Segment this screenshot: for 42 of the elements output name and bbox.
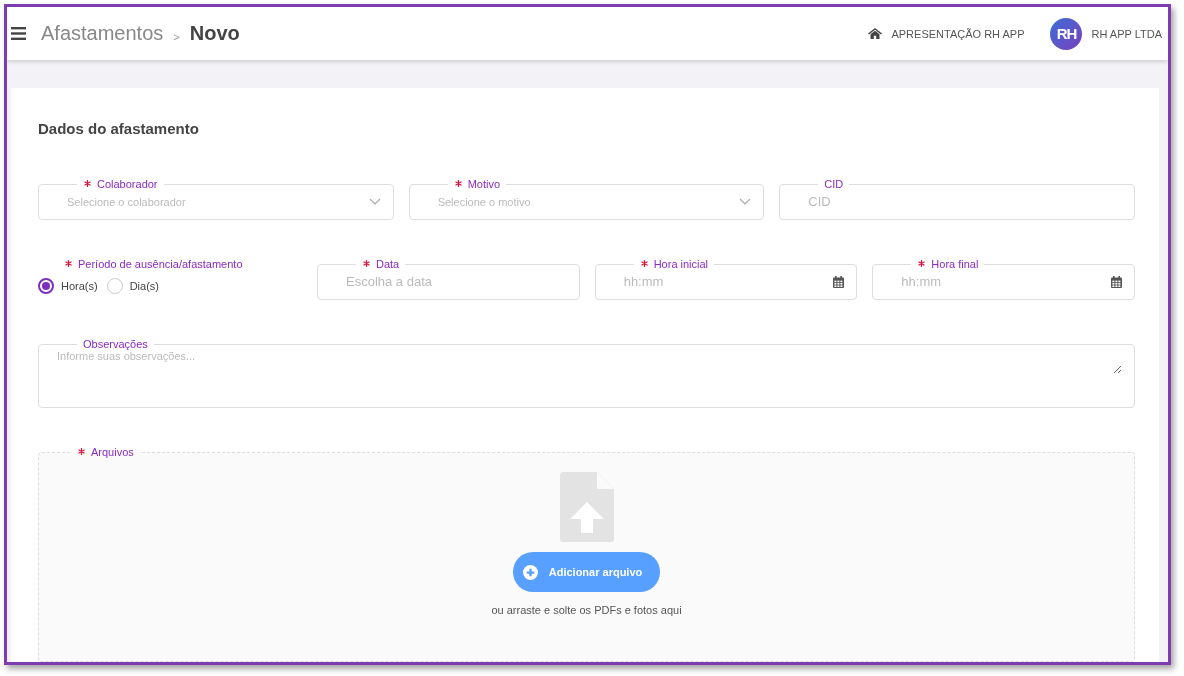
company-avatar[interactable]: RH	[1050, 17, 1083, 50]
chevron-down-icon	[739, 198, 752, 205]
select-field[interactable]: Motivo Selecione o motivo	[408, 178, 765, 220]
textarea-field[interactable]: Observações Informe suas observações...	[38, 338, 1135, 408]
calendar-icon	[833, 275, 845, 288]
input-field[interactable]: CID CID	[779, 178, 1135, 220]
breadcrumb-link[interactable]: Afastamentos	[41, 22, 164, 45]
breadcrumb-separator: >	[173, 30, 180, 43]
section-title: Dados do afastamento	[38, 120, 200, 137]
calendar-icon	[1111, 275, 1122, 288]
field-label: Colaborador	[77, 178, 164, 190]
field-label: Hora final	[911, 258, 985, 270]
field-label: Data	[356, 258, 406, 270]
input-field[interactable]: Hora inicial hh:mm	[594, 258, 858, 300]
drop-hint: ou arraste e solte os PDFs e fotos aqui	[491, 604, 682, 616]
input-field[interactable]: Hora final hh:mm	[872, 258, 1135, 300]
menu-icon[interactable]	[11, 27, 26, 40]
drop-zone[interactable]: Arquivos Adicionar arquivo ou arraste e solte os PDFs e fotos aqui	[38, 446, 1135, 662]
select-field[interactable]: Colaborador Selecione o colaborador	[38, 178, 394, 220]
text-input[interactable]: hh:mm	[899, 273, 1111, 290]
company-name[interactable]: RH APP LTDA	[1091, 27, 1162, 40]
home-link[interactable]: APRESENTAÇÃO RH APP	[868, 27, 1025, 40]
file-upload-icon	[559, 472, 614, 542]
field-label: Período de ausência/afastamento	[58, 258, 302, 270]
select-input[interactable]: Selecione o motivo	[435, 194, 740, 209]
home-icon	[868, 28, 883, 39]
radio-option[interactable]: Dia(s)	[106, 278, 159, 294]
field-label: Arquivos	[71, 446, 140, 458]
input-field[interactable]: Data Escolha a data	[317, 258, 580, 300]
field-label: Observações	[82, 338, 149, 350]
field-label: CID	[823, 178, 845, 190]
text-input[interactable]: Escolha a data	[344, 273, 567, 290]
text-input[interactable]: hh:mm	[621, 273, 834, 290]
select-input[interactable]: Selecione o colaborador	[65, 194, 369, 209]
radio-option[interactable]: Hora(s)	[38, 278, 98, 294]
chevron-down-icon	[368, 198, 381, 205]
field-label: Hora inicial	[633, 258, 715, 270]
plus-circle-icon	[522, 564, 538, 580]
field-label: Motivo	[447, 178, 507, 190]
textarea-input[interactable]: Informe suas observações...	[57, 350, 1122, 374]
page-title: Novo	[189, 22, 240, 45]
text-input[interactable]: CID	[806, 193, 1122, 210]
